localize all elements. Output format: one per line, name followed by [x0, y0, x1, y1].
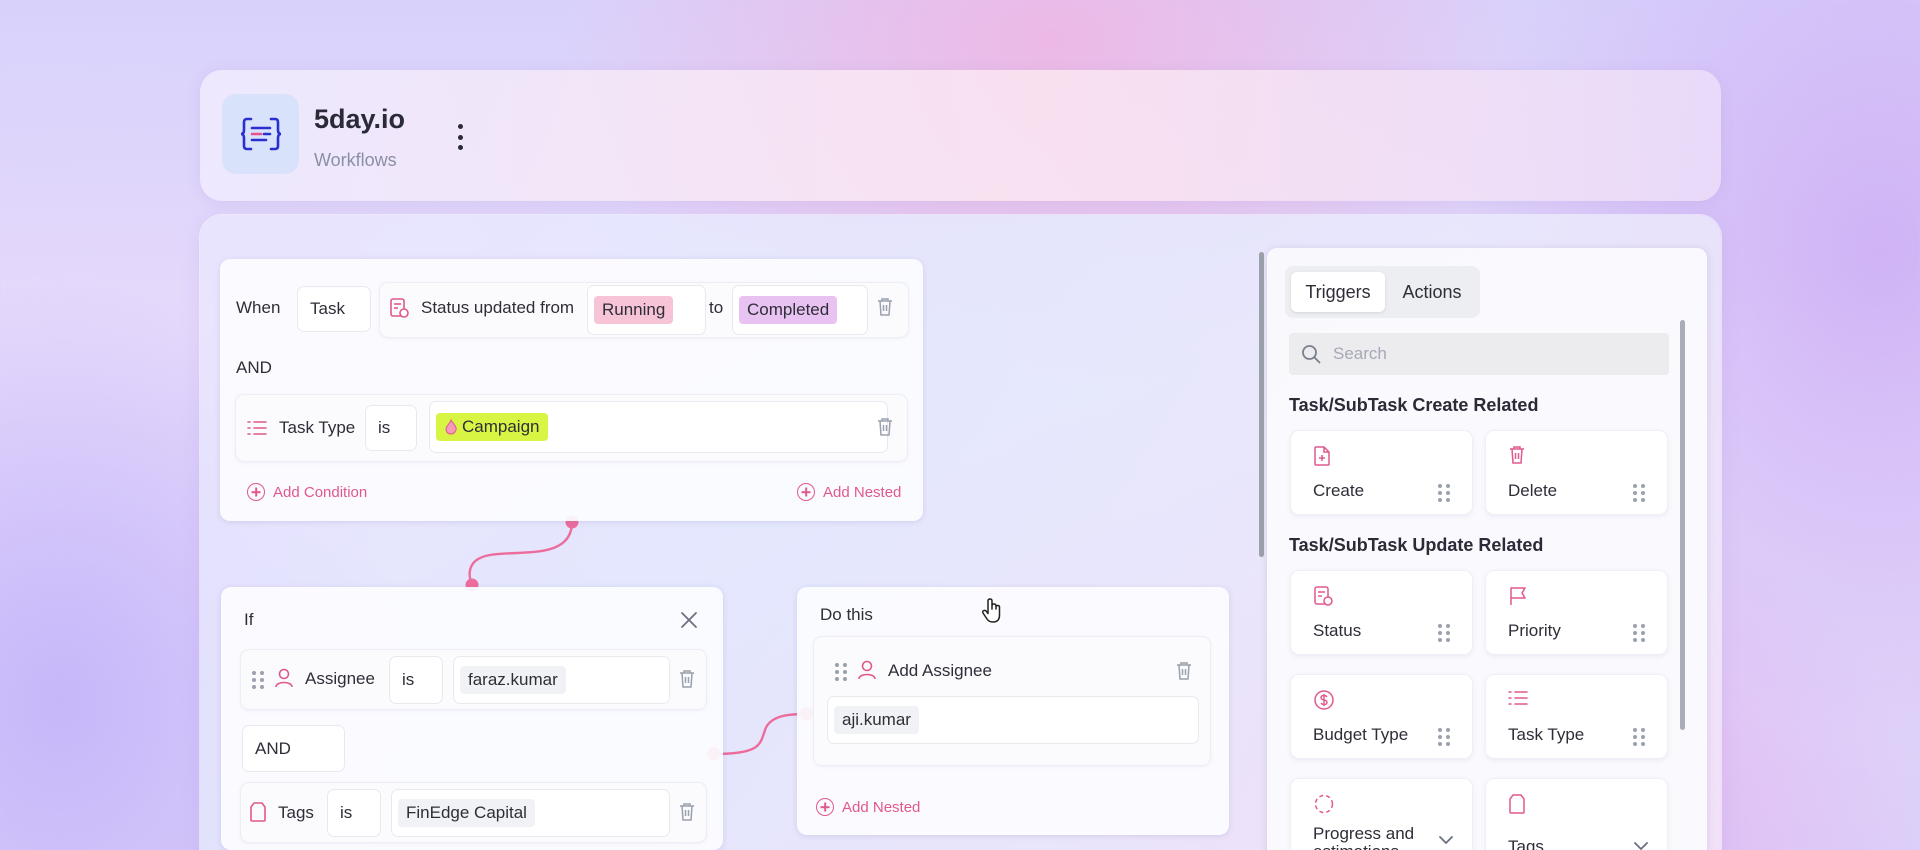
if-title: If — [244, 610, 254, 629]
when-label: When — [236, 298, 281, 317]
panel-tabs: Triggers Actions — [1285, 266, 1480, 318]
search-input[interactable] — [1333, 344, 1633, 364]
plus-circle-icon — [247, 483, 265, 501]
campaign-chip-label: Campaign — [462, 417, 540, 436]
flag-icon — [1510, 587, 1526, 605]
dollar-icon — [1314, 690, 1334, 710]
tab-triggers[interactable]: Triggers — [1291, 272, 1385, 312]
status-doc-icon — [1314, 586, 1333, 606]
tag-icon — [250, 802, 266, 822]
completed-chip: Completed — [739, 296, 838, 324]
if-row-field: Assignee — [305, 669, 375, 688]
if-row-operator[interactable]: is — [328, 790, 380, 836]
close-icon[interactable] — [680, 611, 698, 629]
tile-label: Progress and estimations — [1313, 824, 1415, 850]
campaign-chip: Campaign — [436, 413, 548, 441]
progress-icon — [1314, 794, 1334, 814]
do-this-card: Do this Add Assignee aji.kumar Add Neste… — [797, 587, 1229, 835]
action-tile-delete[interactable]: Delete — [1486, 431, 1667, 514]
add-condition-button[interactable]: Add Condition — [247, 483, 367, 501]
trash-icon[interactable] — [678, 802, 696, 822]
add-nested-button[interactable]: Add Nested — [816, 798, 920, 816]
tile-label: Priority — [1508, 621, 1561, 640]
tag-chip: FinEdge Capital — [398, 799, 535, 827]
add-nested-button[interactable]: Add Nested — [797, 483, 901, 501]
drag-handle-icon[interactable] — [1438, 484, 1450, 502]
user-icon — [275, 668, 293, 688]
drag-handle-icon[interactable] — [1633, 624, 1645, 642]
section-title: Task/SubTask Update Related — [1289, 535, 1544, 555]
canvas-scrollbar[interactable] — [1259, 252, 1264, 557]
drag-handle-icon[interactable] — [252, 671, 264, 689]
tag-icon — [1509, 794, 1525, 814]
action-name: Add Assignee — [888, 661, 992, 680]
search-icon — [1302, 345, 1321, 364]
add-nested-label: Add Nested — [842, 798, 921, 816]
drag-handle-icon[interactable] — [1633, 728, 1645, 746]
action-tile-progress[interactable]: Progress and estimations — [1291, 779, 1472, 850]
action-tile-priority[interactable]: Priority — [1486, 571, 1667, 654]
chevron-down-icon[interactable] — [1633, 841, 1649, 850]
assignee-chip: aji.kumar — [834, 706, 919, 734]
and-label: AND — [236, 358, 272, 377]
event-text: Status updated from — [421, 298, 575, 317]
list-icon — [247, 421, 267, 435]
drag-handle-icon[interactable] — [1438, 728, 1450, 746]
from-status-select[interactable]: Running — [588, 286, 705, 334]
section-title: Task/SubTask Create Related — [1289, 395, 1539, 415]
add-nested-label: Add Nested — [823, 483, 902, 501]
action-tile-budget-type[interactable]: Budget Type — [1291, 675, 1472, 758]
action-value[interactable]: aji.kumar — [828, 697, 1198, 743]
file-plus-icon — [1314, 446, 1330, 466]
do-this-title: Do this — [820, 605, 873, 624]
list-icon — [1508, 691, 1528, 705]
tab-actions[interactable]: Actions — [1389, 272, 1475, 312]
action-tile-create[interactable]: Create — [1291, 431, 1472, 514]
plus-circle-icon — [816, 798, 834, 816]
trash-icon[interactable] — [1175, 661, 1193, 681]
tile-label: Create — [1313, 481, 1365, 500]
assignee-chip: faraz.kumar — [460, 666, 566, 694]
if-row-value[interactable]: faraz.kumar — [454, 657, 669, 703]
condition-value-select[interactable]: Campaign — [430, 402, 887, 452]
tile-label: Budget Type — [1313, 725, 1409, 744]
to-label: to — [709, 298, 724, 317]
user-icon — [858, 660, 876, 680]
running-chip: Running — [594, 296, 674, 324]
condition-field: Task Type — [279, 418, 356, 437]
if-row-operator[interactable]: is — [390, 657, 442, 703]
tile-label: Status — [1313, 621, 1362, 640]
triggers-panel: Triggers Actions Task/SubTask Create Rel… — [1267, 248, 1707, 850]
add-condition-label: Add Condition — [273, 483, 368, 501]
trigger-card: When Task Status updated from Running to… — [220, 259, 923, 521]
search-box[interactable] — [1289, 333, 1669, 375]
if-row-value[interactable]: FinEdge Capital — [392, 790, 669, 836]
trash-icon[interactable] — [876, 417, 894, 437]
drag-handle-icon[interactable] — [835, 663, 847, 681]
chevron-down-icon[interactable] — [1438, 835, 1454, 845]
action-tile-task-type[interactable]: Task Type — [1486, 675, 1667, 758]
if-row-field: Tags — [278, 803, 314, 822]
if-card: If Assignee is faraz.kumar AND Tags is F… — [221, 587, 723, 850]
flame-icon — [445, 419, 457, 435]
status-doc-icon — [390, 298, 409, 318]
action-tile-tags[interactable]: Tags — [1486, 779, 1667, 850]
tile-label: Delete — [1508, 481, 1558, 500]
drag-handle-icon[interactable] — [1438, 624, 1450, 642]
drag-handle-icon[interactable] — [1633, 484, 1645, 502]
if-and-select[interactable]: AND — [243, 726, 344, 771]
to-status-select[interactable]: Completed — [733, 286, 867, 334]
tile-label: Tags — [1508, 837, 1544, 850]
hand-cursor-icon — [981, 598, 1001, 623]
trash-icon — [1510, 446, 1524, 464]
trash-icon[interactable] — [876, 297, 894, 317]
action-tile-status[interactable]: Status — [1291, 571, 1472, 654]
plus-circle-icon — [797, 483, 815, 501]
trash-icon[interactable] — [678, 669, 696, 689]
tile-label: Task Type — [1508, 725, 1585, 744]
condition-operator[interactable]: is — [366, 406, 416, 450]
panel-scrollbar[interactable] — [1680, 320, 1685, 730]
entity-select[interactable]: Task — [298, 287, 370, 331]
